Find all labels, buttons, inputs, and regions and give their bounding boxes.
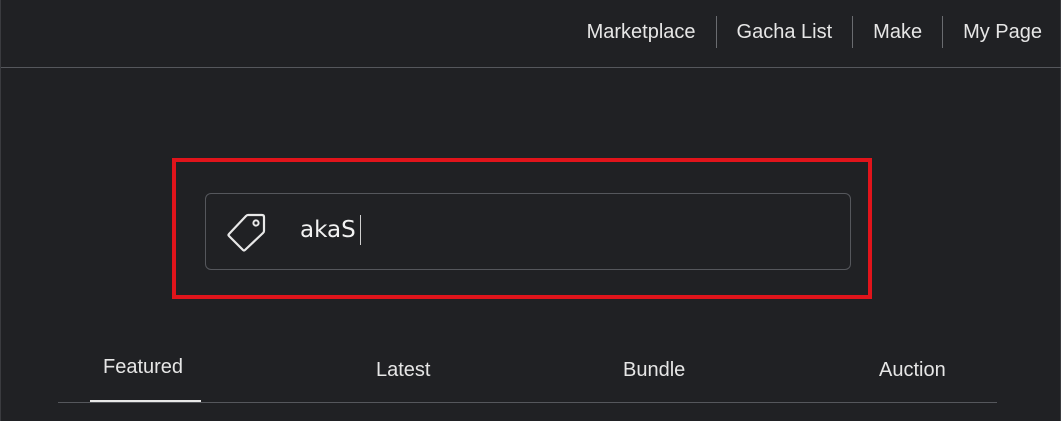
active-tab-indicator — [90, 400, 201, 402]
nav-gacha-list-link[interactable]: Gacha List — [717, 16, 853, 48]
tag-input-value: akaS — [300, 217, 356, 243]
tab-bar: Featured Latest Bundle Auction — [58, 340, 997, 403]
text-cursor — [360, 215, 361, 245]
app-window: Marketplace Gacha List Make My Page akaS… — [0, 0, 1061, 421]
tab-bundle[interactable]: Bundle — [623, 356, 685, 384]
nav-links: Marketplace Gacha List Make My Page — [567, 16, 1042, 48]
tab-latest[interactable]: Latest — [376, 356, 430, 384]
nav-make-link[interactable]: Make — [853, 16, 942, 48]
tag-input-field[interactable]: akaS — [205, 193, 851, 270]
tab-auction[interactable]: Auction — [879, 356, 946, 384]
tag-icon — [224, 210, 268, 254]
top-navigation: Marketplace Gacha List Make My Page — [1, 0, 1061, 68]
nav-marketplace-link[interactable]: Marketplace — [567, 16, 716, 48]
nav-my-page-link[interactable]: My Page — [943, 16, 1042, 48]
tab-featured[interactable]: Featured — [103, 353, 183, 381]
